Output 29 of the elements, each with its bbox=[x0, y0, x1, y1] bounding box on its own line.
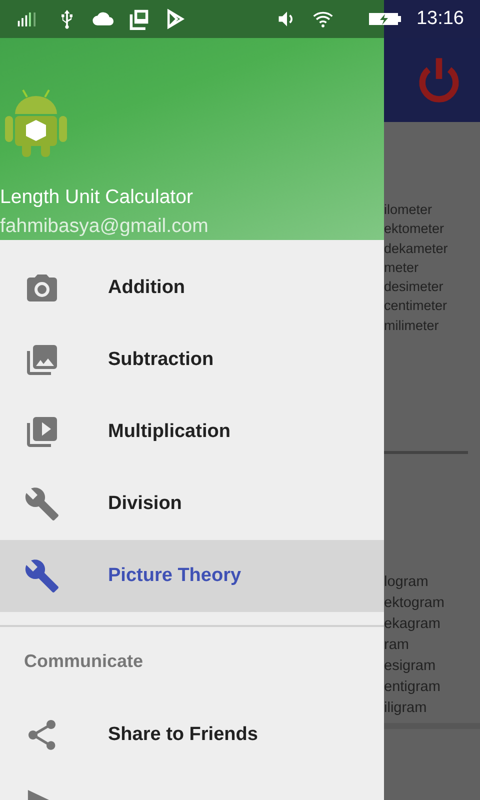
unit-label: ilometer bbox=[384, 201, 434, 219]
unit-label: iligram bbox=[384, 699, 428, 718]
menu-item[interactable]: Division bbox=[0, 468, 384, 540]
menu-item[interactable]: Share to Friends bbox=[0, 699, 384, 771]
menu-item[interactable]: Subtraction bbox=[0, 324, 384, 396]
unit-label: entigram bbox=[384, 678, 442, 698]
unit-label: ekagram bbox=[384, 615, 442, 634]
unit-label: milimeter bbox=[384, 316, 440, 335]
unit-label: logram bbox=[384, 573, 430, 592]
image-icon bbox=[24, 342, 60, 378]
unit-label: ektogram bbox=[384, 594, 446, 614]
unit-label: meter bbox=[384, 258, 420, 277]
section-title: Communicate bbox=[23, 650, 144, 673]
video-library-icon bbox=[24, 414, 60, 450]
menu-item[interactable]: Multiplication bbox=[0, 396, 384, 468]
unit-label: ektometer bbox=[384, 220, 446, 238]
unit-label: esigram bbox=[384, 657, 437, 676]
app-name: Length Unit Calculator bbox=[0, 186, 193, 209]
wrench-icon bbox=[24, 558, 60, 594]
menu-item[interactable]: Picture Theory bbox=[0, 540, 384, 612]
unit-label: dekameter bbox=[384, 240, 449, 258]
account-email: fahmibasya@gmail.com bbox=[0, 215, 208, 238]
clock-time: 13:16 bbox=[416, 8, 464, 30]
wrench-icon bbox=[24, 486, 60, 522]
photo-stack-icon bbox=[128, 8, 150, 30]
menu-item[interactable]: Addition bbox=[0, 252, 384, 324]
unit-label: centimeter bbox=[384, 297, 448, 316]
unit-label: desimeter bbox=[384, 278, 444, 296]
unit-label: ram bbox=[384, 636, 410, 656]
